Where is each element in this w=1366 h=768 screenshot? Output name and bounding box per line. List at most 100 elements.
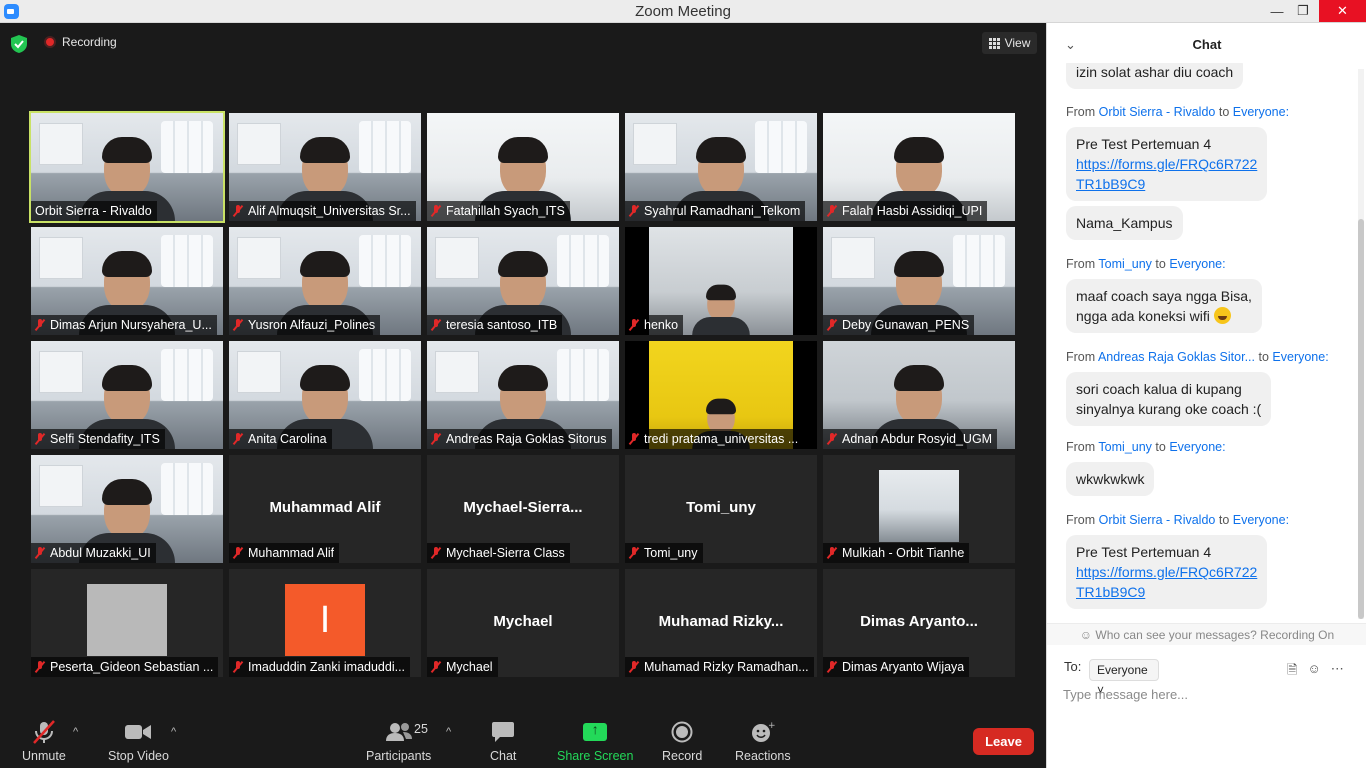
- more-options-icon[interactable]: ⋯: [1331, 661, 1344, 683]
- video-camera-icon: [125, 720, 152, 744]
- sender-name[interactable]: Orbit Sierra - Rivaldo: [1099, 105, 1216, 119]
- svg-text:+: +: [768, 721, 775, 731]
- recipient-name[interactable]: Everyone:: [1169, 440, 1225, 454]
- message-link[interactable]: https://forms.gle/FRQc6R722 TR1bB9C9: [1076, 156, 1257, 192]
- chat-message-header: From Tomi_uny to Everyone:: [1066, 257, 1226, 271]
- participant-tile[interactable]: teresia santoso_ITB: [427, 227, 619, 335]
- participant-name: Deby Gunawan_PENS: [842, 318, 970, 332]
- recipient-name[interactable]: Everyone:: [1233, 513, 1289, 527]
- emoji-picker-icon[interactable]: ☺: [1307, 661, 1320, 683]
- participant-tile[interactable]: Dimas Arjun Nursyahera_U...: [31, 227, 223, 335]
- participant-tile[interactable]: tredi pratama_universitas ...: [625, 341, 817, 449]
- participant-tile[interactable]: Selfi Stendafity_ITS: [31, 341, 223, 449]
- audio-options-chevron-icon[interactable]: ^: [73, 726, 78, 738]
- participant-display-name: Mychael-Sierra...: [463, 499, 583, 516]
- participant-tile[interactable]: Alif Almuqsit_Universitas Sr...: [229, 113, 421, 221]
- participant-tile[interactable]: Anita Carolina: [229, 341, 421, 449]
- participant-tile[interactable]: Abdul Muzakki_UI: [31, 455, 223, 563]
- participant-name-bar: Andreas Raja Goklas Sitorus: [427, 429, 612, 449]
- recipient-name[interactable]: Everyone:: [1169, 257, 1225, 271]
- recipient-name[interactable]: Everyone:: [1272, 350, 1328, 364]
- muted-microphone-icon: [629, 661, 639, 673]
- avatar: [87, 584, 167, 656]
- participant-tile[interactable]: Mulkiah - Orbit Tianhe: [823, 455, 1015, 563]
- recipient-name[interactable]: Everyone:: [1233, 105, 1289, 119]
- from-label: From: [1066, 257, 1096, 271]
- message-link-line[interactable]: https://forms.gle/FRQc6R722: [1076, 564, 1257, 580]
- muted-microphone-icon: [431, 319, 441, 331]
- chat-message-bubble: Nama_Kampus: [1066, 206, 1183, 240]
- sender-name[interactable]: Andreas Raja Goklas Sitor...: [1098, 350, 1255, 364]
- participant-name-bar: Adnan Abdur Rosyid_UGM: [823, 429, 998, 449]
- file-attach-icon[interactable]: 🗎: [1287, 661, 1297, 683]
- participant-tile[interactable]: Orbit Sierra - Rivaldo: [29, 111, 225, 223]
- message-link[interactable]: https://forms.gle/FRQc6R722 TR1bB9C9: [1076, 564, 1257, 600]
- participant-display-name: Dimas Aryanto...: [860, 613, 978, 630]
- share-screen-label: Share Screen: [557, 749, 634, 763]
- leave-button[interactable]: Leave: [973, 728, 1034, 755]
- to-word: to: [1218, 105, 1230, 119]
- sender-name[interactable]: Tomi_uny: [1098, 440, 1152, 454]
- participant-tile[interactable]: Deby Gunawan_PENS: [823, 227, 1015, 335]
- muted-microphone-icon: [35, 319, 45, 331]
- message-link-line[interactable]: TR1bB9C9: [1076, 176, 1145, 192]
- chat-message-input[interactable]: [1063, 687, 1353, 702]
- video-options-chevron-icon[interactable]: ^: [171, 726, 176, 738]
- chat-message-bubble: wkwkwkwk: [1066, 462, 1155, 496]
- participant-name-bar: Mychael: [427, 657, 498, 677]
- unmute-button[interactable]: Unmute: [22, 720, 66, 763]
- chat-message-header: From Andreas Raja Goklas Sitor... to Eve…: [1066, 350, 1329, 364]
- participant-name: Mychael-Sierra Class: [446, 546, 565, 560]
- chat-message-header: From Tomi_uny to Everyone:: [1066, 440, 1226, 454]
- participant-tile[interactable]: Tomi_uny Tomi_uny: [625, 455, 817, 563]
- view-label: View: [1004, 36, 1031, 50]
- chat-scrollbar[interactable]: [1358, 69, 1364, 619]
- participant-tile[interactable]: Adnan Abdur Rosyid_UGM: [823, 341, 1015, 449]
- scrollbar-thumb[interactable]: [1358, 219, 1364, 619]
- message-text: sori coach kalua di kupang: [1076, 381, 1242, 397]
- privacy-notice[interactable]: ☺ Who can see your messages? Recording O…: [1047, 623, 1366, 645]
- view-button[interactable]: View: [982, 32, 1037, 54]
- participant-name-bar: Dimas Aryanto Wijaya: [823, 657, 970, 677]
- participant-tile[interactable]: henko: [625, 227, 817, 335]
- muted-microphone-icon: [827, 319, 837, 331]
- participants-icon: [385, 720, 413, 744]
- participant-tile[interactable]: Fatahillah Syach_ITS: [427, 113, 619, 221]
- chat-message-bubble: Pre Test Pertemuan 4 https://forms.gle/F…: [1066, 535, 1268, 609]
- recipient-dropdown[interactable]: Everyone ˅: [1089, 659, 1159, 697]
- recording-indicator[interactable]: Recording: [44, 35, 117, 49]
- participant-tile[interactable]: Dimas Aryanto... Dimas Aryanto Wijaya: [823, 569, 1015, 677]
- participant-figure: [692, 284, 750, 335]
- participant-name: Mychael: [446, 660, 493, 674]
- muted-microphone-icon: [431, 205, 441, 217]
- chat-bubble-icon: [491, 720, 515, 744]
- close-button[interactable]: ✕: [1319, 0, 1366, 22]
- reactions-button[interactable]: + Reactions: [735, 720, 791, 763]
- participant-tile[interactable]: Peserta_Gideon Sebastian ...: [31, 569, 223, 677]
- sender-name[interactable]: Orbit Sierra - Rivaldo: [1099, 513, 1216, 527]
- share-screen-button[interactable]: Share Screen: [557, 720, 633, 763]
- message-link-line[interactable]: TR1bB9C9: [1076, 584, 1145, 600]
- participant-tile[interactable]: Muhamad Rizky... Muhamad Rizky Ramadhan..…: [625, 569, 817, 677]
- participant-tile[interactable]: Mychael-Sierra... Mychael-Sierra Class: [427, 455, 619, 563]
- participant-tile[interactable]: I Imaduddin Zanki imaduddi...: [229, 569, 421, 677]
- muted-microphone-icon: [629, 319, 639, 331]
- chat-messages[interactable]: izin solat ashar diu coach From Orbit Si…: [1047, 63, 1357, 619]
- participant-name: Peserta_Gideon Sebastian ...: [50, 660, 214, 674]
- message-link-line[interactable]: https://forms.gle/FRQc6R722: [1076, 156, 1257, 172]
- participant-tile[interactable]: Falah Hasbi Assidiqi_UPI: [823, 113, 1015, 221]
- participant-tile[interactable]: Andreas Raja Goklas Sitorus: [427, 341, 619, 449]
- sender-name[interactable]: Tomi_uny: [1098, 257, 1152, 271]
- meeting-toolbar: Unmute ^ Stop Video ^ Participants 25 ^ …: [0, 710, 1046, 768]
- participant-tile[interactable]: Yusron Alfauzi_Polines: [229, 227, 421, 335]
- participant-tile[interactable]: Muhammad Alif Muhammad Alif: [229, 455, 421, 563]
- stop-video-button[interactable]: Stop Video: [108, 720, 169, 763]
- participants-options-chevron-icon[interactable]: ^: [446, 726, 451, 738]
- security-shield-icon[interactable]: [11, 35, 27, 53]
- participant-tile[interactable]: Syahrul Ramadhani_Telkom: [625, 113, 817, 221]
- chat-message-header: From Orbit Sierra - Rivaldo to Everyone:: [1066, 513, 1289, 527]
- chat-button[interactable]: Chat: [490, 720, 516, 763]
- record-button[interactable]: Record: [662, 720, 702, 763]
- participant-name: tredi pratama_universitas ...: [644, 432, 799, 446]
- participant-tile[interactable]: Mychael Mychael: [427, 569, 619, 677]
